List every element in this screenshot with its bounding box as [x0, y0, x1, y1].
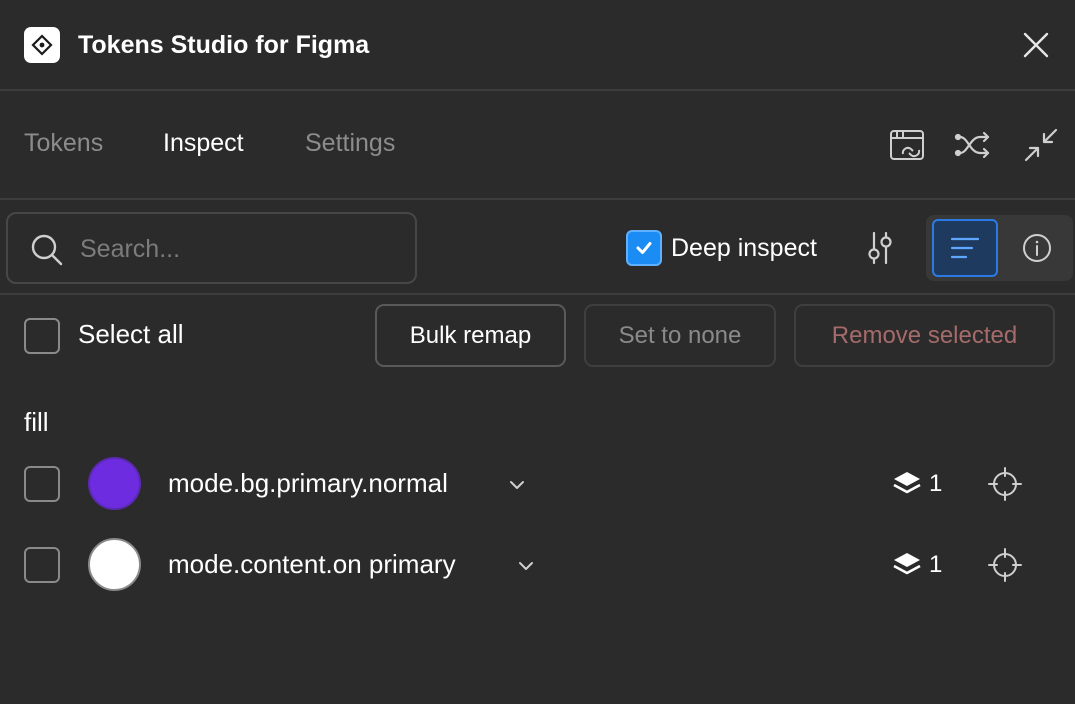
token-name: mode.content.on primary [168, 549, 456, 579]
layer-count: 1 [929, 470, 943, 497]
chevron-down-icon [510, 481, 524, 489]
select-layers-button[interactable] [987, 547, 1023, 583]
sliders-icon [868, 231, 892, 265]
shuffle-icon [954, 131, 990, 159]
search-input[interactable] [80, 230, 400, 268]
info-icon [1023, 234, 1051, 262]
list-view-button[interactable] [932, 219, 998, 277]
sync-button[interactable] [887, 125, 927, 165]
token-name: mode.bg.primary.normal [168, 468, 448, 498]
crosshair-icon [988, 548, 1022, 582]
crosshair-icon [988, 467, 1022, 501]
token-checkbox[interactable] [24, 466, 60, 502]
collapse-icon [1024, 128, 1058, 162]
search-box [6, 212, 417, 284]
token-checkbox[interactable] [24, 547, 60, 583]
tab-settings[interactable]: Settings [305, 129, 395, 158]
set-to-none-button[interactable]: Set to none [584, 304, 776, 367]
token-row: mode.bg.primary.normal 1 [0, 449, 1075, 519]
tab-inspect[interactable]: Inspect [163, 129, 244, 158]
tab-bar: Tokens Inspect Settings [0, 91, 1075, 200]
select-layers-button[interactable] [987, 466, 1023, 502]
select-all-checkbox[interactable] [24, 318, 60, 354]
search-icon [31, 234, 63, 266]
remove-selected-button[interactable]: Remove selected [794, 304, 1055, 367]
layers-icon [893, 553, 921, 575]
bulk-remap-button[interactable]: Bulk remap [375, 304, 566, 367]
app-title: Tokens Studio for Figma [78, 31, 370, 59]
chevron-down-icon [519, 562, 533, 570]
title-bar: Tokens Studio for Figma [0, 0, 1075, 91]
view-toggle-group [926, 215, 1073, 281]
close-button[interactable] [1018, 27, 1054, 63]
shuffle-button[interactable] [953, 125, 993, 165]
color-swatch [88, 538, 141, 591]
list-icon [950, 237, 980, 259]
collapse-button[interactable] [1021, 125, 1061, 165]
token-expand-button[interactable] [506, 474, 528, 496]
select-all-label[interactable]: Select all [78, 319, 184, 350]
app-logo-icon [24, 27, 60, 63]
color-swatch [88, 457, 141, 510]
layers-icon [893, 472, 921, 494]
deep-inspect-label[interactable]: Deep inspect [671, 234, 817, 263]
checkmark-icon [636, 242, 652, 254]
close-icon [1023, 32, 1049, 58]
token-expand-button[interactable] [515, 555, 537, 577]
sync-icon [890, 130, 924, 160]
filter-settings-button[interactable] [860, 228, 900, 268]
token-row: mode.content.on primary 1 [0, 530, 1075, 600]
group-title: fill [24, 407, 49, 437]
layer-count: 1 [929, 551, 943, 578]
info-view-button[interactable] [1008, 219, 1066, 277]
tab-tokens[interactable]: Tokens [24, 129, 103, 158]
inspect-toolbar: Deep inspect [0, 200, 1075, 295]
deep-inspect-checkbox[interactable] [626, 230, 662, 266]
